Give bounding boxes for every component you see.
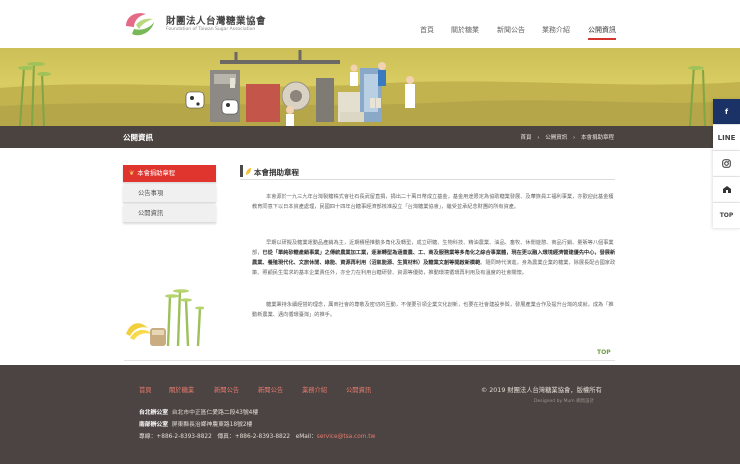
footer-nav-home[interactable]: 首頁 [139,385,152,394]
paragraph-business: 早期以研擬及糖業運動品產銷為主，近期積極推動多角化及轉型，成立研糖、生物科技、精… [252,238,618,278]
nav-business[interactable]: 業務介紹 [542,25,570,35]
page-title: 公開資訊 [123,133,153,142]
leaf-icon: ❦ [129,170,135,177]
content-heading-text: 本會捐助章程 [254,168,299,177]
footer-nav: 首頁 關於糖業 新聞公告 新聞公告 業務介紹 公開資訊 [0,385,740,395]
factory-illustration [0,50,740,126]
back-to-top-link[interactable]: TOP [597,349,611,356]
page-title-bar: 公開資訊 首頁 › 公開資訊 › 本會捐助章程 [0,126,740,148]
line-button[interactable]: LINE [713,125,740,151]
sidebar-item-label: 公告事項 [138,190,164,197]
instagram-button[interactable] [713,151,740,177]
breadcrumb-separator: › [537,135,540,141]
social-sidebar: f LINE TOP [713,99,740,229]
sidebar-nav: ❦ 本會捐助章程 公告事項 公開資訊 [123,165,216,225]
sidebar-item-label: 公開資訊 [138,210,164,217]
north-office-address: 台北市中正區仁愛路二段43號4樓 [171,410,259,416]
south-office-address: 屏東縣長治鄉神農東路18號2樓 [171,422,253,428]
breadcrumb-public-info[interactable]: 公開資訊 [545,135,567,141]
nav-home[interactable]: 首頁 [420,25,434,35]
facebook-button[interactable]: f [713,99,740,125]
fax-number: +886-2-8393-8822 [234,434,291,440]
nav-news[interactable]: 新聞公告 [497,25,525,35]
nav-about[interactable]: 關於糖業 [451,25,479,35]
north-office-label: 台北辦公室 [139,410,168,416]
sugarcane-bananas-illustration [126,289,204,347]
content-heading: 本會捐助章程 [240,164,615,180]
footer-nav-news[interactable]: 新聞公告 [214,385,239,394]
designer-credit[interactable]: Designed by Mum 網頁設計 [534,398,594,404]
breadcrumb-current: 本會捐助章程 [580,135,614,141]
paragraph-vision: 糖業秉持永續經營的理念，厲商社會的尊敬及密切的互動，不僅要引領企業文化創新，也要… [252,302,614,318]
main-nav: 首頁 關於糖業 新聞公告 業務介紹 公開資訊 [0,25,740,40]
store-icon [722,186,731,193]
breadcrumb-home[interactable]: 首頁 [521,135,532,141]
email-label: eMail： [295,434,317,440]
sidebar-item-charter[interactable]: ❦ 本會捐助章程 [123,165,216,183]
sidebar-item-public-info[interactable]: 公開資訊 [123,205,216,223]
scroll-top-button[interactable]: TOP [713,203,740,229]
contact-line: 專線：+886-2-8393-8822 傳真：+886-2-8393-8822 … [139,431,375,440]
store-button[interactable] [713,177,740,203]
paragraph-history: 本會源於一九三九年台灣製糖株式會社石長武留直捐，捐出二十萬日幣成立基金，基金用途… [252,194,614,210]
south-office-label: 南部辦公室 [139,422,168,428]
nav-public-info[interactable]: 公開資訊 [588,25,616,40]
footer-nav-public-info[interactable]: 公開資訊 [346,385,371,394]
content-divider [124,360,615,361]
leaf-icon [246,168,251,175]
breadcrumb-separator: › [573,135,576,141]
heading-bar [240,165,243,177]
tel-number[interactable]: +886-2-8393-8822 [156,434,211,440]
sidebar-item-announcements[interactable]: 公告事項 [123,185,216,203]
footer-nav-about[interactable]: 關於糖業 [169,385,194,394]
site-footer: 首頁 關於糖業 新聞公告 新聞公告 業務介紹 公開資訊 © 2019 財團法人台… [0,365,740,464]
footer-nav-business[interactable]: 業務介紹 [302,385,327,394]
email-link[interactable]: service@tsa.com.tw [317,434,376,440]
fax-label: 傳真： [217,434,235,440]
instagram-icon [722,159,731,168]
tel-label: 專線： [139,434,157,440]
north-office: 台北辦公室 台北市中正區仁愛路二段43號4樓 [139,407,258,416]
sidebar-item-label: 本會捐助章程 [137,170,176,177]
footer-nav-news-2[interactable]: 新聞公告 [258,385,283,394]
copyright: © 2019 財團法人台灣糖業協會，版權所有 [481,387,602,394]
breadcrumb: 首頁 › 公開資訊 › 本會捐助章程 [519,133,616,141]
site-header: 財團法人台灣糖業協會 Foundation of Taiwan Sugar As… [0,0,740,48]
hero-banner [0,48,740,126]
south-office: 南部辦公室 屏東縣長治鄉神農東路18號2樓 [139,419,252,428]
